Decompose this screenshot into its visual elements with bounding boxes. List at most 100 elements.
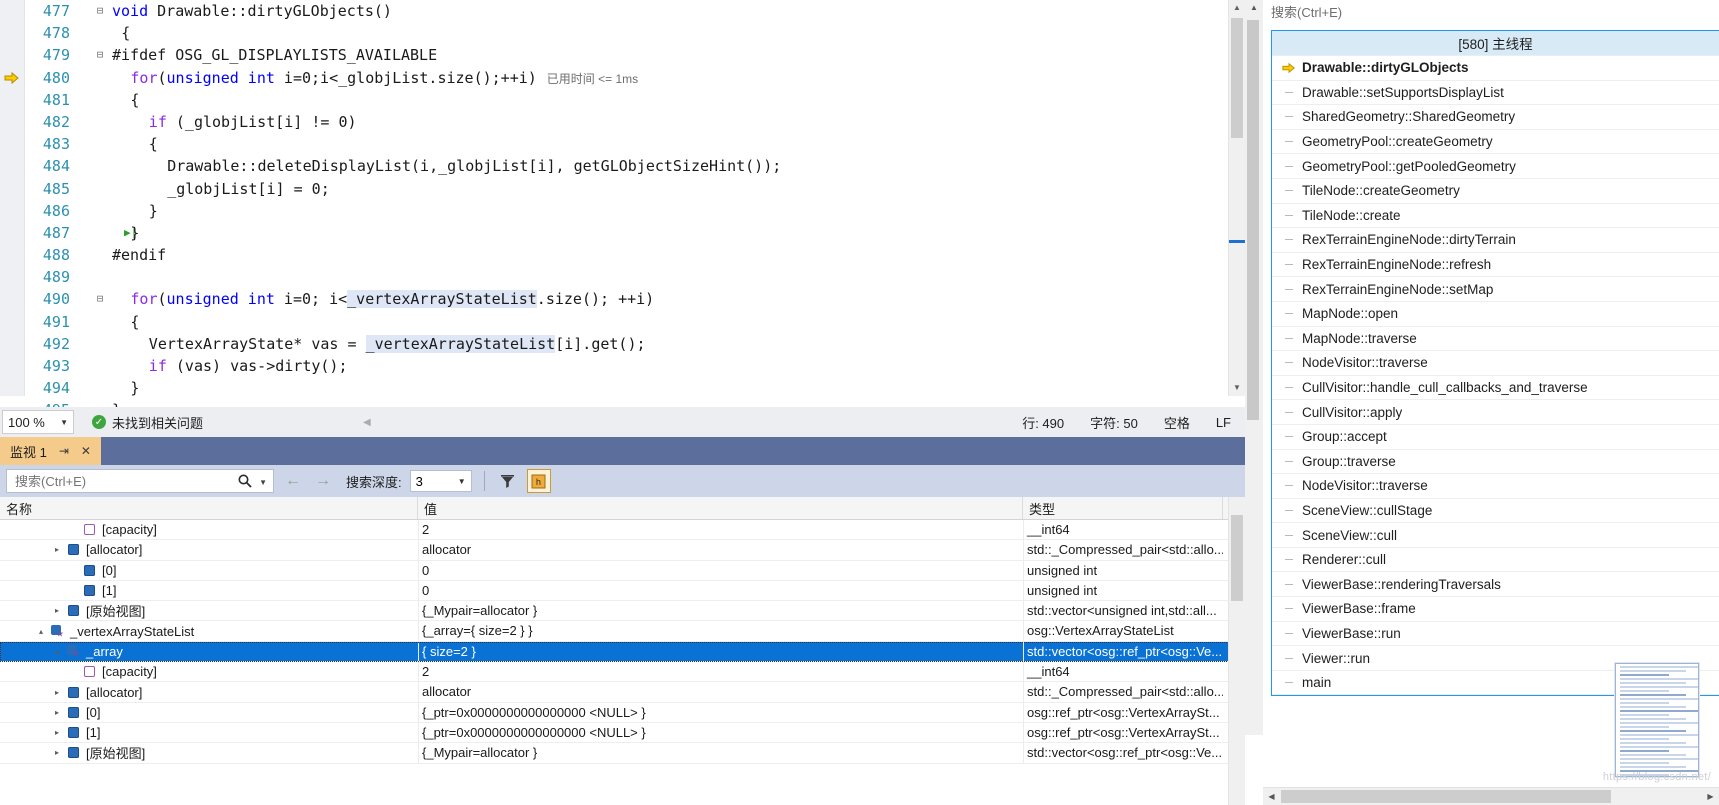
callstack-frame[interactable]: MapNode::traverse: [1272, 327, 1719, 352]
row-name-cell[interactable]: [capacity]: [0, 662, 418, 681]
code-line[interactable]: 479 ⊟ #ifdef OSG_GL_DISPLAYLISTS_AVAILABLE: [24, 44, 1229, 66]
indentation-indicator[interactable]: 空格: [1164, 413, 1190, 432]
close-icon[interactable]: ✕: [81, 444, 91, 458]
row-value-cell[interactable]: {_Mypair=allocator }: [418, 743, 1023, 763]
code-line[interactable]: 491 {: [24, 311, 1229, 333]
scroll-left-icon[interactable]: ◀: [1263, 788, 1280, 805]
line-ending-indicator[interactable]: LF: [1216, 415, 1231, 430]
row-name-cell[interactable]: [1]: [0, 581, 418, 600]
expander-icon[interactable]: ▸: [50, 708, 64, 717]
row-name-cell[interactable]: ▸ [原始视图]: [0, 743, 418, 762]
code-line[interactable]: 480 for(unsigned int i=0;i<_globjList.siz…: [24, 67, 1229, 89]
callstack-frame[interactable]: SharedGeometry::SharedGeometry: [1272, 105, 1719, 130]
row-value-cell[interactable]: 0: [418, 560, 1023, 580]
table-row[interactable]: ▸ [原始视图] {_Mypair=allocator } std::vector<u…: [0, 601, 1245, 622]
watch-search-field[interactable]: ▼: [6, 469, 274, 493]
row-value-cell[interactable]: 0: [418, 580, 1023, 601]
table-row[interactable]: ▸ [1] {_ptr=0x0000000000000000 <NULL> } osg…: [0, 722, 1245, 744]
callstack-frame[interactable]: RexTerrainEngineNode::refresh: [1272, 253, 1719, 278]
table-row[interactable]: [1] 0 unsigned int: [0, 580, 1245, 602]
search-prev-button[interactable]: ←: [282, 472, 304, 490]
scroll-down-icon[interactable]: ▼: [1229, 380, 1245, 396]
search-depth-combobox[interactable]: 3 ▼: [409, 470, 472, 492]
code-line[interactable]: 486}: [24, 200, 1229, 222]
row-name-cell[interactable]: ▸ [0]: [0, 703, 418, 722]
expander-icon[interactable]: ▴: [50, 647, 64, 656]
callstack-frame[interactable]: ViewerBase::frame: [1272, 597, 1719, 622]
table-row[interactable]: ▸ [allocator] allocator std::_Compressed_pa…: [0, 540, 1245, 561]
code-line[interactable]: 494}: [24, 377, 1229, 399]
table-row[interactable]: ▸ [原始视图] {_Mypair=allocator } std::vector<o…: [0, 743, 1245, 764]
callstack-hscroll-thumb[interactable]: [1281, 790, 1611, 803]
tab-watch-1[interactable]: 监视 1 ⇥ ✕: [0, 437, 101, 465]
code-line[interactable]: 489: [24, 266, 1229, 288]
row-value-cell[interactable]: 2: [418, 520, 1023, 540]
callstack-left-scrollbar[interactable]: ▲: [1245, 0, 1264, 735]
scroll-up-icon[interactable]: ▲: [1245, 0, 1263, 16]
table-row[interactable]: ▴ _array { size=2 } std::vector<osg::ref_pt…: [0, 641, 1245, 663]
row-name-cell[interactable]: ▸ [allocator]: [0, 682, 418, 701]
expander-icon[interactable]: ▸: [50, 748, 64, 757]
code-text-area[interactable]: 477 ⊟ void Drawable::dirtyGLObjects() 478{4…: [24, 0, 1229, 419]
callstack-frame[interactable]: ViewerBase::run: [1272, 622, 1719, 647]
callstack-scroll-thumb[interactable]: [1247, 20, 1259, 420]
editor-glyph-margin[interactable]: [0, 0, 25, 396]
column-header-name[interactable]: 名称: [0, 497, 418, 519]
issue-status[interactable]: ✓ 未找到相关问题: [92, 413, 203, 432]
code-line[interactable]: 478 {: [24, 22, 1229, 44]
prev-issue-icon[interactable]: ◀: [363, 417, 371, 428]
callstack-frame[interactable]: TileNode::createGeometry: [1272, 179, 1719, 204]
watch-search-input[interactable]: [13, 470, 232, 492]
code-minimap-thumbnail[interactable]: [1615, 663, 1699, 777]
callstack-frame[interactable]: Renderer::cull: [1272, 548, 1719, 573]
hex-display-toggle-icon[interactable]: h: [526, 469, 551, 493]
zoom-level-combobox[interactable]: 100 % ▼: [2, 410, 74, 434]
table-row[interactable]: ▸ [0] {_ptr=0x0000000000000000 <NULL> } osg…: [0, 702, 1245, 723]
row-name-cell[interactable]: ▴ _vertexArrayStateList: [0, 621, 418, 640]
callstack-frame[interactable]: CullVisitor::handle_cull_callbacks_and_t…: [1272, 376, 1719, 401]
fold-toggle-icon[interactable]: ⊟: [94, 288, 106, 310]
row-name-cell[interactable]: ▸ [allocator]: [0, 540, 418, 559]
scroll-up-icon[interactable]: ▲: [1229, 0, 1245, 16]
table-row[interactable]: [capacity] 2 __int64: [0, 520, 1245, 541]
filter-icon[interactable]: [497, 470, 519, 492]
callstack-horizontal-scrollbar[interactable]: ◀ ▶: [1263, 787, 1719, 805]
expander-icon[interactable]: ▸: [50, 545, 64, 554]
fold-toggle-icon[interactable]: ⊟: [94, 44, 106, 66]
code-line[interactable]: 481 {: [24, 89, 1229, 111]
expander-icon[interactable]: ▸: [50, 688, 64, 697]
callstack-frame[interactable]: Drawable::setSupportsDisplayList: [1272, 81, 1719, 106]
code-line[interactable]: 484 Drawable::deleteDisplayList(i,_globjL…: [24, 155, 1229, 177]
table-row[interactable]: ▸ [allocator] allocator std::_Compressed_pa…: [0, 682, 1245, 703]
callstack-frame[interactable]: TileNode::create: [1272, 204, 1719, 229]
callstack-frame[interactable]: Group::accept: [1272, 425, 1719, 450]
table-row[interactable]: [capacity] 2 __int64: [0, 662, 1245, 683]
code-line[interactable]: 482 if (_globjList[i] != 0): [24, 111, 1229, 133]
table-row[interactable]: ▴ _vertexArrayStateList {_array={ size=2 }…: [0, 621, 1245, 642]
callstack-frame[interactable]: RexTerrainEngineNode::dirtyTerrain: [1272, 228, 1719, 253]
row-value-cell[interactable]: 2: [418, 662, 1023, 682]
table-row[interactable]: [0] 0 unsigned int: [0, 560, 1245, 581]
column-header-value[interactable]: 值: [418, 497, 1023, 519]
callstack-frame[interactable]: ViewerBase::renderingTraversals: [1272, 572, 1719, 598]
callstack-frame[interactable]: Group::traverse: [1272, 450, 1719, 475]
pin-icon[interactable]: ⇥: [59, 444, 69, 458]
callstack-search-field[interactable]: 搜索(Ctrl+E): [1263, 0, 1719, 23]
row-value-cell[interactable]: {_ptr=0x0000000000000000 <NULL> }: [418, 702, 1023, 722]
column-header-type[interactable]: 类型: [1023, 497, 1223, 519]
row-value-cell[interactable]: { size=2 }: [418, 641, 1023, 662]
callstack-frame[interactable]: NodeVisitor::traverse: [1272, 474, 1719, 499]
row-value-cell[interactable]: {_array={ size=2 } }: [418, 621, 1023, 641]
row-name-cell[interactable]: ▸ [原始视图]: [0, 601, 418, 620]
callstack-frame[interactable]: Drawable::dirtyGLObjects: [1272, 56, 1719, 81]
code-line[interactable]: 490 ⊟ for(unsigned int i=0; i<_vertexArray…: [24, 288, 1229, 310]
watch-vertical-scrollbar[interactable]: [1228, 497, 1245, 805]
row-value-cell[interactable]: {_Mypair=allocator }: [418, 601, 1023, 621]
search-icon[interactable]: [237, 473, 253, 489]
search-options-chevron-icon[interactable]: ▼: [259, 478, 267, 487]
callstack-frame[interactable]: NodeVisitor::traverse: [1272, 351, 1719, 376]
callstack-frame[interactable]: GeometryPool::getPooledGeometry: [1272, 154, 1719, 179]
expander-icon[interactable]: ▸: [50, 728, 64, 737]
row-name-cell[interactable]: ▸ [1]: [0, 723, 418, 742]
expander-icon[interactable]: ▸: [50, 606, 64, 615]
